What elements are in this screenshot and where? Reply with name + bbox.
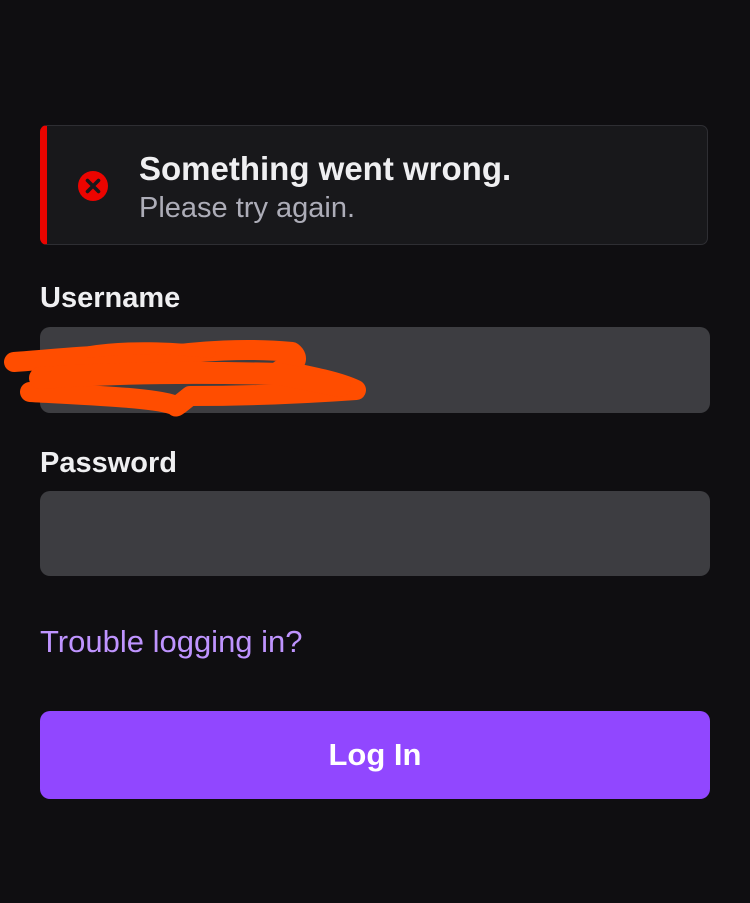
- trouble-logging-in-link[interactable]: Trouble logging in?: [40, 624, 303, 660]
- password-input[interactable]: [40, 491, 710, 576]
- alert-message: Please try again.: [139, 192, 356, 224]
- login-button[interactable]: Log In: [40, 711, 710, 799]
- username-input[interactable]: [40, 327, 710, 413]
- error-alert: Something went wrong. Please try again.: [40, 125, 708, 245]
- password-label: Password: [40, 447, 177, 479]
- alert-title: Something went wrong.: [139, 150, 512, 187]
- error-x-circle-icon: [78, 171, 108, 201]
- username-label: Username: [40, 282, 181, 314]
